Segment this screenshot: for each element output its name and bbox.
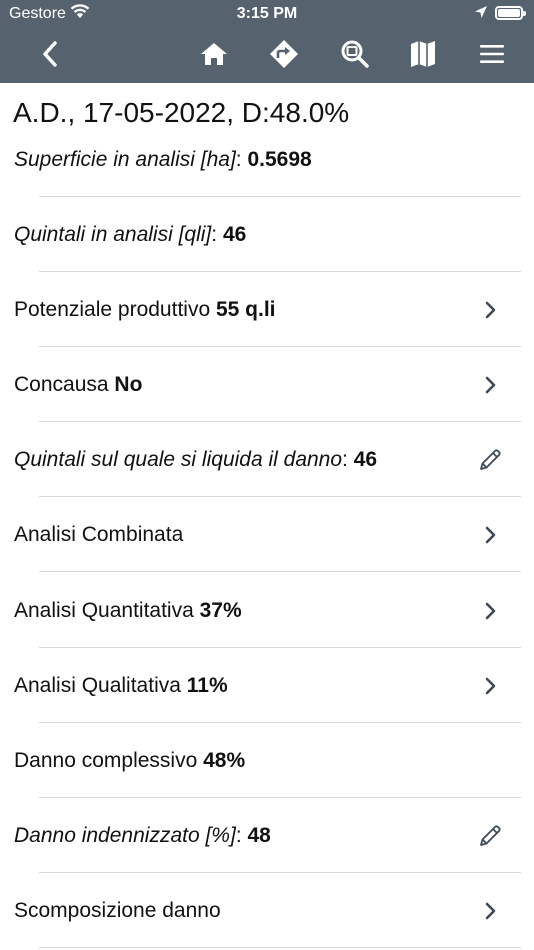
- field-name: Analisi Combinata: [14, 523, 184, 546]
- field-name: Quintali in analisi [qli]: [14, 223, 212, 246]
- pencil-icon: [480, 448, 501, 470]
- map-icon: [411, 41, 435, 67]
- field-separator: :: [235, 148, 248, 171]
- field-value: 48: [247, 824, 271, 847]
- field-value: 46: [353, 448, 378, 471]
- list-item-label: Superficie in analisi [ha]: 0.5698: [14, 143, 312, 177]
- menu-button[interactable]: [474, 36, 510, 72]
- list-item-label: Concausa No: [14, 347, 142, 422]
- field-name: Analisi Quantitativa: [14, 599, 194, 622]
- field-separator: :: [235, 824, 248, 847]
- field-name: Potenziale produttivo: [14, 298, 211, 321]
- zoom-button[interactable]: [337, 36, 373, 72]
- list-item-label: Quintali sul quale si liquida il danno: …: [14, 422, 377, 497]
- list-item: Superficie in analisi [ha]: 0.5698: [0, 83, 534, 197]
- field-separator: :: [211, 223, 223, 246]
- field-value: 0.5698: [247, 148, 312, 171]
- list-item[interactable]: Quintali sul quale si liquida il danno: …: [0, 422, 534, 497]
- list-item[interactable]: Analisi Qualitativa 11%: [0, 648, 534, 723]
- field-name: Danno complessivo: [14, 749, 198, 772]
- list-item-label: Potenziale produttivo 55 q.li: [14, 272, 276, 347]
- divider: [39, 947, 521, 948]
- disclosure-button[interactable]: [474, 497, 506, 572]
- list-item-label: Analisi Qualitativa 11%: [14, 648, 228, 723]
- field-value: 55 q.li: [215, 298, 276, 321]
- list-item-label: Analisi Combinata: [14, 497, 183, 572]
- list-item[interactable]: Analisi Combinata: [0, 497, 534, 572]
- chevron-right-icon: [485, 677, 496, 694]
- menu-icon: [480, 45, 504, 63]
- status-bar: Gestore 3:15 PM: [0, 0, 534, 28]
- field-value: 46: [222, 223, 247, 246]
- field-value: 37%: [199, 599, 242, 622]
- clock: 3:15 PM: [236, 5, 298, 22]
- pencil-icon: [480, 824, 501, 846]
- field-separator: :: [342, 448, 354, 471]
- home-icon: [201, 43, 227, 65]
- field-name: Danno indennizzato [%]: [14, 824, 236, 847]
- divider: [39, 571, 521, 572]
- disclosure-button[interactable]: [474, 347, 506, 422]
- field-name: Superficie in analisi [ha]: [14, 148, 236, 171]
- list-item[interactable]: Danno indennizzato [%]: 48: [0, 798, 534, 873]
- chevron-right-icon: [485, 301, 496, 318]
- list-item[interactable]: Analisi Quantitativa 37%: [0, 573, 534, 648]
- chevron-left-icon: [43, 41, 57, 67]
- field-value: 11%: [186, 674, 228, 697]
- chevron-right-icon: [485, 902, 496, 919]
- battery-icon: [495, 6, 526, 20]
- field-name: Quintali sul quale si liquida il danno: [14, 448, 343, 471]
- edit-button[interactable]: [474, 422, 506, 497]
- list-item-label: Scomposizione danno: [14, 873, 221, 948]
- disclosure-button[interactable]: [474, 873, 506, 948]
- directions-icon: [270, 40, 298, 68]
- chevron-right-icon: [485, 526, 496, 543]
- list-item: Quintali in analisi [qli]: 46: [0, 197, 534, 272]
- field-value: 48%: [203, 749, 246, 772]
- top-navigation-bar: Gestore 3:15 PM: [0, 0, 534, 83]
- back-button[interactable]: [32, 36, 68, 72]
- list-item-label: Quintali in analisi [qli]: 46: [14, 197, 246, 272]
- list-item-label: Danno indennizzato [%]: 48: [14, 798, 271, 873]
- list-item-label: Danno complessivo 48%: [14, 723, 245, 798]
- disclosure-button[interactable]: [474, 573, 506, 648]
- list-item: Danno complessivo 48%: [0, 723, 534, 798]
- list-item[interactable]: Scomposizione danno: [0, 873, 534, 948]
- disclosure-button[interactable]: [474, 648, 506, 723]
- field-name: Analisi Qualitativa: [14, 674, 181, 697]
- directions-button[interactable]: [266, 36, 302, 72]
- list-item-label: Analisi Quantitativa 37%: [14, 573, 242, 648]
- field-value: No: [114, 373, 143, 396]
- zoom-icon: [341, 40, 369, 68]
- home-button[interactable]: [196, 36, 232, 72]
- location-arrow-icon: [474, 5, 488, 24]
- field-name: Scomposizione danno: [14, 899, 221, 922]
- map-button[interactable]: [405, 36, 441, 72]
- list-item[interactable]: Concausa No: [0, 347, 534, 422]
- disclosure-button[interactable]: [474, 272, 506, 347]
- field-name: Concausa: [14, 373, 109, 396]
- edit-button[interactable]: [474, 798, 506, 873]
- chevron-right-icon: [485, 602, 496, 619]
- chevron-right-icon: [485, 376, 496, 393]
- list-item[interactable]: Potenziale produttivo 55 q.li: [0, 272, 534, 347]
